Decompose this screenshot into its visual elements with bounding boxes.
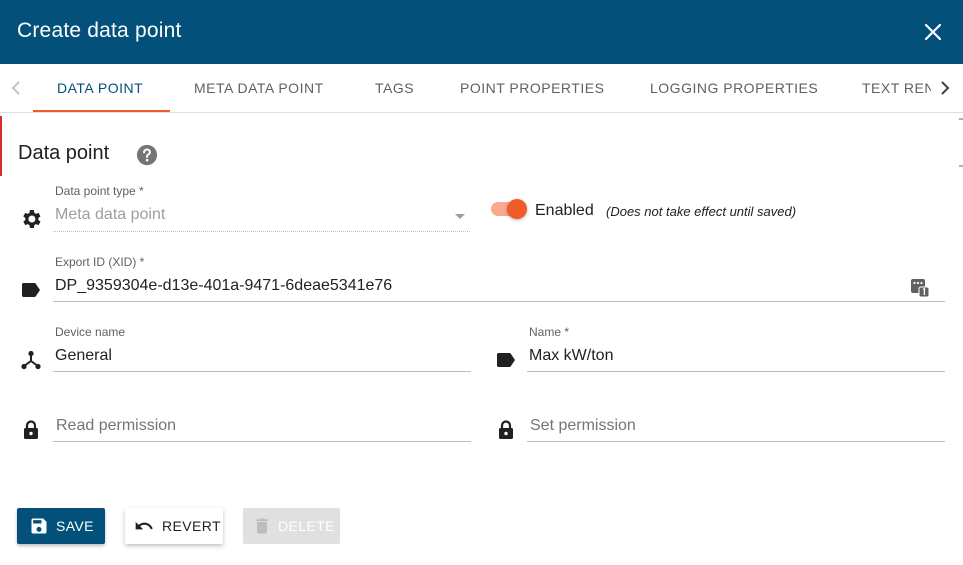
tab-logging-properties[interactable]: LOGGING PROPERTIES — [650, 64, 818, 112]
delete-button-label: DELETE — [278, 518, 335, 534]
save-button-label: SAVE — [56, 518, 94, 534]
undo-icon — [135, 521, 153, 530]
lock-icon — [24, 420, 38, 439]
tab-point-properties[interactable]: POINT PROPERTIES — [460, 64, 604, 112]
read-permission-underline — [53, 441, 471, 442]
device-name-label: Device name — [55, 325, 126, 339]
device-name-underline — [53, 371, 471, 372]
enabled-label: Enabled — [535, 202, 594, 219]
dialog-titlebar: Create data point — [0, 0, 963, 64]
active-tab-indicator — [33, 110, 170, 112]
data-point-type-label: Data point type * — [55, 184, 144, 198]
tab-tags[interactable]: TAGS — [375, 64, 414, 112]
revert-button-label: REVERT — [162, 518, 221, 534]
export-id-underline — [53, 301, 945, 302]
device-hub-icon — [21, 350, 41, 370]
dialog-title: Create data point — [17, 19, 182, 42]
read-permission-input[interactable]: Read permission — [56, 417, 176, 435]
background-edge-mark — [959, 118, 963, 120]
export-id-input[interactable]: DP_9359304e-d13e-401a-9471-6deae5341e76 — [55, 277, 392, 295]
name-underline — [527, 371, 945, 372]
data-point-type-underline — [53, 231, 470, 232]
trash-icon — [256, 518, 268, 534]
background-edge-mark — [0, 116, 2, 176]
lock-icon — [499, 420, 513, 439]
dice-icon[interactable] — [908, 276, 932, 300]
delete-button: DELETE — [243, 508, 340, 544]
tab-data-point[interactable]: DATA POINT — [57, 64, 143, 112]
gear-icon — [23, 210, 41, 228]
toggle-thumb — [507, 199, 527, 219]
data-point-type-select[interactable]: Meta data point — [55, 206, 165, 224]
name-input[interactable]: Max kW/ton — [529, 347, 613, 365]
save-button[interactable]: SAVE — [17, 508, 105, 544]
background-edge-mark — [959, 165, 963, 167]
tab-scroll-left-icon[interactable] — [4, 76, 28, 100]
device-name-input[interactable]: General — [55, 347, 112, 365]
tab-meta-data-point[interactable]: META DATA POINT — [194, 64, 324, 112]
tab-text-renderer-clip: TEXT REN — [845, 64, 931, 112]
set-permission-underline — [527, 441, 945, 442]
set-permission-input[interactable]: Set permission — [530, 417, 636, 435]
floppy-disk-icon — [31, 518, 47, 534]
help-circle-icon[interactable] — [136, 144, 158, 166]
revert-button[interactable]: REVERT — [125, 508, 223, 544]
label-icon — [22, 283, 40, 297]
section-title: Data point — [18, 142, 110, 164]
enabled-note: (Does not take effect until saved) — [606, 204, 797, 219]
name-label: Name * — [529, 325, 570, 339]
chevron-down-icon[interactable] — [448, 204, 472, 228]
close-icon[interactable] — [921, 20, 945, 44]
tab-text-renderer[interactable]: TEXT REN — [862, 64, 931, 112]
export-id-label: Export ID (XID) * — [55, 255, 145, 269]
label-icon — [497, 353, 515, 367]
tab-scroll-right-icon[interactable] — [933, 76, 957, 100]
enabled-toggle[interactable] — [491, 198, 527, 220]
tab-bar: DATA POINT META DATA POINT TAGS POINT PR… — [0, 64, 963, 113]
